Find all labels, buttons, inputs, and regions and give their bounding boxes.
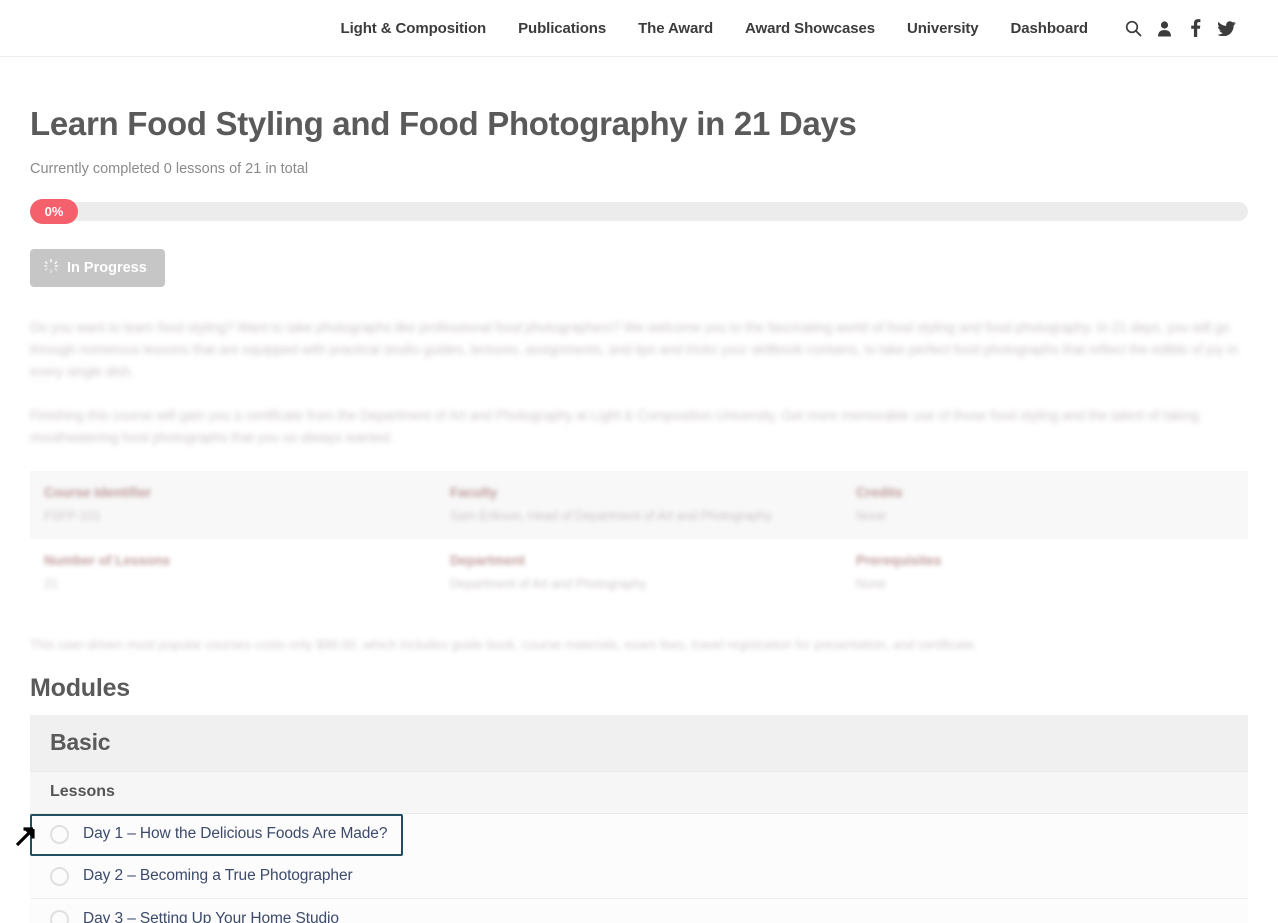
module-card-basic: Basic Lessons Day 1 – How the Delicious … bbox=[30, 714, 1248, 923]
list-item[interactable]: Day 2 – Becoming a True Photographer bbox=[30, 856, 1248, 899]
twitter-icon[interactable] bbox=[1211, 15, 1242, 41]
in-progress-button-label: In Progress bbox=[67, 259, 147, 276]
course-progress-summary: Currently completed 0 lessons of 21 in t… bbox=[30, 160, 309, 177]
course-price-note: This user-driven most popular courses co… bbox=[30, 636, 978, 652]
course-description: Do you want to learn food styling? Want … bbox=[30, 317, 1248, 449]
nav-link-dashboard[interactable]: Dashboard bbox=[995, 20, 1104, 37]
nav-links-group: Light & Composition Publications The Awa… bbox=[325, 20, 1104, 37]
info-label: Department bbox=[450, 552, 526, 568]
lesson-link-day-1[interactable]: Day 1 – How the Delicious Foods Are Made… bbox=[83, 825, 387, 843]
module-header: Basic bbox=[30, 714, 1248, 771]
spinner-icon bbox=[44, 258, 58, 277]
lesson-status-circle-icon bbox=[50, 824, 69, 844]
info-label: Course Identifier bbox=[44, 484, 152, 500]
top-navigation-bar: Light & Composition Publications The Awa… bbox=[0, 0, 1278, 57]
nav-link-the-award[interactable]: The Award bbox=[622, 20, 729, 37]
info-label: Credits bbox=[856, 484, 903, 500]
info-cell-course-identifier: Course Identifier FSFP-101 bbox=[30, 470, 436, 539]
info-value: 21 bbox=[44, 576, 58, 591]
info-value: Department of Art and Photography bbox=[450, 576, 647, 591]
user-icon[interactable] bbox=[1149, 15, 1180, 41]
info-cell-credits: Credits None bbox=[842, 470, 1248, 539]
nav-icons-group bbox=[1118, 15, 1242, 41]
table-row: Course Identifier FSFP-101 Faculty Sam E… bbox=[30, 470, 1248, 539]
course-description-paragraph-2: Finishing this course will gain you a ce… bbox=[30, 407, 1199, 445]
search-icon[interactable] bbox=[1118, 15, 1149, 41]
table-row: Number of Lessons 21 Department Departme… bbox=[30, 538, 1248, 607]
lessons-column-header: Lessons bbox=[30, 770, 1248, 814]
info-cell-number-of-lessons: Number of Lessons 21 bbox=[30, 538, 436, 607]
info-label: Prerequisites bbox=[856, 552, 942, 568]
module-title: Basic bbox=[50, 728, 111, 755]
list-item[interactable]: Day 3 – Setting Up Your Home Studio bbox=[30, 899, 1248, 923]
course-progress-bar: 0% bbox=[30, 198, 1248, 224]
info-value: Sam Erikson, Head of Department of Art a… bbox=[450, 508, 772, 523]
nav-link-light-composition[interactable]: Light & Composition bbox=[325, 20, 503, 37]
lesson-status-circle-icon bbox=[50, 866, 69, 886]
info-label: Faculty bbox=[450, 484, 498, 500]
info-value: None bbox=[856, 508, 886, 523]
nav-link-university[interactable]: University bbox=[891, 20, 995, 37]
page-title: Learn Food Styling and Food Photography … bbox=[30, 105, 857, 142]
lesson-status-circle-icon bbox=[50, 909, 69, 923]
info-cell-prerequisites: Prerequisites None bbox=[842, 538, 1248, 607]
facebook-icon[interactable] bbox=[1180, 15, 1211, 41]
info-value: None bbox=[856, 576, 886, 591]
info-cell-department: Department Department of Art and Photogr… bbox=[436, 538, 842, 607]
list-item[interactable]: Day 1 – How the Delicious Foods Are Made… bbox=[30, 813, 403, 856]
lesson-link-day-3[interactable]: Day 3 – Setting Up Your Home Studio bbox=[83, 910, 339, 923]
in-progress-button[interactable]: In Progress bbox=[30, 248, 165, 287]
nav-link-publications[interactable]: Publications bbox=[502, 20, 622, 37]
lesson-link-day-2[interactable]: Day 2 – Becoming a True Photographer bbox=[83, 867, 353, 885]
info-label: Number of Lessons bbox=[44, 552, 171, 568]
progress-percent-badge: 0% bbox=[30, 198, 78, 224]
course-description-paragraph-1: Do you want to learn food styling? Want … bbox=[30, 319, 1239, 379]
course-info-table: Course Identifier FSFP-101 Faculty Sam E… bbox=[30, 470, 1248, 607]
page-content: Learn Food Styling and Food Photography … bbox=[0, 105, 1278, 923]
modules-section-title: Modules bbox=[30, 673, 130, 702]
info-value: FSFP-101 bbox=[44, 508, 101, 523]
nav-link-award-showcases[interactable]: Award Showcases bbox=[729, 20, 891, 37]
lesson-list: Day 1 – How the Delicious Foods Are Made… bbox=[30, 813, 1248, 923]
info-cell-faculty: Faculty Sam Erikson, Head of Department … bbox=[436, 470, 842, 539]
